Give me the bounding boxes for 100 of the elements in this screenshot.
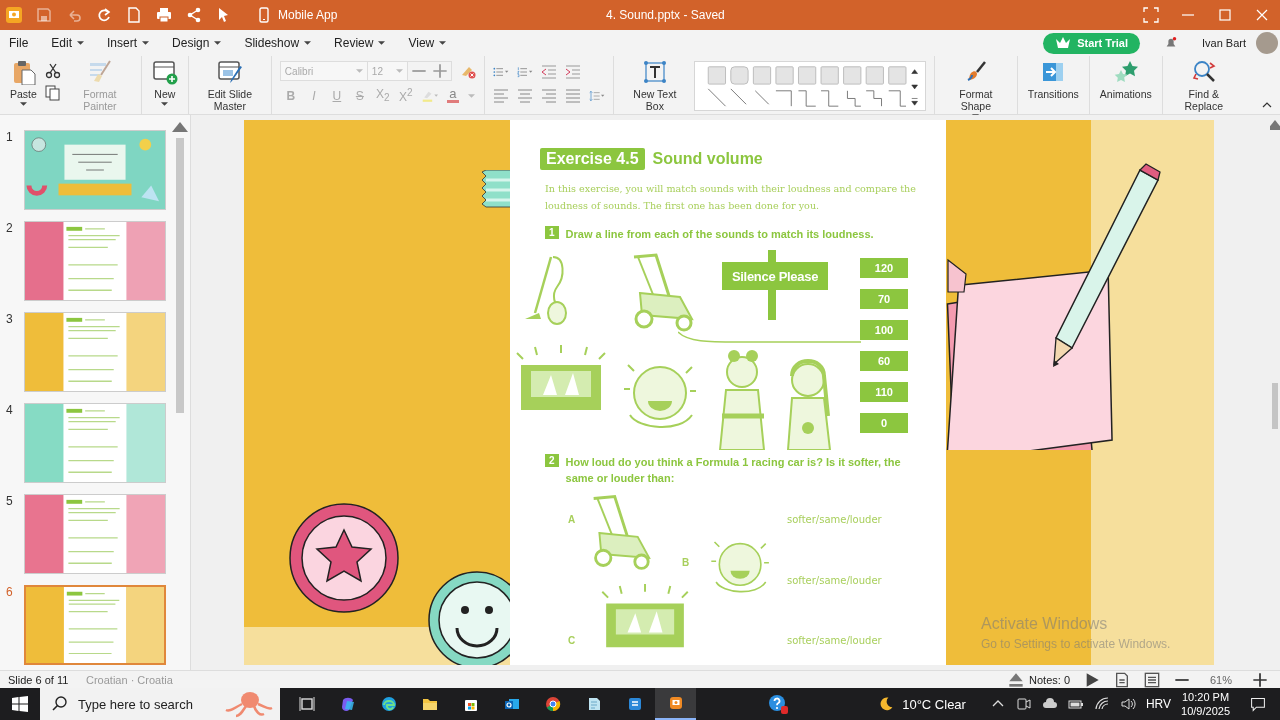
maximize-icon[interactable] [1216, 7, 1233, 23]
question-text: Draw a line from each of the sounds to match its loudness. [565, 227, 874, 242]
menu-item[interactable]: File [9, 36, 40, 50]
input-language[interactable]: HRV [1145, 697, 1172, 711]
slide-thumbnail[interactable] [24, 494, 166, 574]
taskbar-search-field[interactable]: Type here to search [40, 688, 280, 720]
caret-icon [142, 41, 150, 45]
scrollbar-thumb[interactable] [1272, 383, 1278, 429]
loudness-value: 120 [860, 258, 908, 278]
mobile-app-button[interactable]: Mobile App [256, 7, 338, 23]
caret-icon [161, 102, 169, 106]
transitions-button[interactable]: Transitions [1025, 59, 1081, 100]
scrollbar-thumb[interactable] [176, 138, 184, 413]
undo-icon[interactable] [66, 7, 82, 23]
slide-thumbnail[interactable] [24, 130, 166, 210]
slide-number: 1 [6, 130, 14, 144]
zoom-level: 61% [1209, 673, 1233, 686]
new-text-box-button[interactable]: New Text Box [621, 59, 688, 112]
browser-icon[interactable] [380, 696, 397, 712]
search-icon [52, 696, 68, 712]
question-number: 1 [545, 226, 559, 239]
question-number: 2 [545, 454, 559, 467]
task-view-icon[interactable] [298, 696, 315, 712]
user-name: Ivan Bart [1201, 37, 1246, 49]
loudness-value: 0 [860, 413, 908, 433]
phone-icon [256, 7, 272, 23]
slide-number: 3 [6, 312, 14, 326]
outline-view-icon[interactable] [1144, 671, 1160, 688]
loudness-value: 70 [860, 289, 908, 309]
notes-button[interactable]: Notes: 0 [1008, 671, 1070, 688]
crown-icon [1055, 35, 1072, 51]
answer-choices: softer/same/louder [787, 635, 882, 646]
animations-button[interactable]: Animations [1097, 59, 1154, 100]
increase-indent-icon[interactable] [564, 64, 581, 80]
exercise-intro: In this exercise, you will match sounds with their loudness and compare the loudness of sounds. The first one has been done for you. [545, 182, 917, 213]
option-letter: B [682, 557, 690, 568]
caret-icon [355, 69, 363, 73]
mobile-app-label: Mobile App [278, 8, 338, 22]
answer-choices: softer/same/louder [787, 575, 882, 586]
wifi-icon[interactable] [1093, 696, 1110, 712]
shape-gallery[interactable] [693, 61, 926, 111]
speaker-icon[interactable] [1119, 696, 1136, 712]
windows-start-icon[interactable] [12, 696, 28, 712]
fullscreen-icon[interactable] [1142, 7, 1159, 23]
clock-time[interactable]: 10:20 PM [1182, 690, 1230, 704]
caret-icon [395, 69, 403, 73]
loudness-value: 100 [860, 320, 908, 340]
menu-item[interactable]: Slideshow [244, 36, 323, 50]
paste-button[interactable]: Paste [8, 59, 39, 106]
chrome-browser-icon[interactable] [544, 696, 561, 712]
menu-item[interactable]: Edit [51, 36, 96, 50]
redo-icon[interactable] [96, 7, 112, 23]
menu-item[interactable]: Insert [107, 36, 161, 50]
menu-item[interactable]: Design [172, 36, 233, 50]
new-document-icon[interactable] [126, 7, 142, 23]
slide-thumbnail[interactable] [24, 403, 166, 483]
app-logo-icon[interactable] [6, 7, 22, 23]
presentation-app-icon[interactable] [667, 695, 684, 711]
weather-text: 10°C Clear [902, 696, 966, 712]
print-icon[interactable] [156, 7, 172, 23]
loudness-value: 110 [860, 382, 908, 402]
slide-thumbnail[interactable] [24, 221, 166, 301]
sign-board: Silence Please [722, 262, 828, 290]
menu-item[interactable]: View [408, 36, 458, 50]
camera-icon[interactable] [1015, 696, 1032, 712]
caret-icon [214, 41, 222, 45]
caret-icon [77, 41, 85, 45]
exercise-label: Exercise 4.5 [540, 148, 645, 170]
decrease-indent-icon[interactable] [540, 64, 557, 80]
avatar[interactable] [1256, 32, 1278, 54]
document-app-icon[interactable] [626, 696, 643, 712]
scissors-icon[interactable] [44, 63, 61, 79]
caret-icon [439, 41, 447, 45]
new-slide-icon [151, 59, 178, 85]
mail-icon[interactable] [503, 696, 520, 712]
clock-date[interactable]: 10/9/2025 [1181, 704, 1230, 718]
slide-number: 5 [6, 494, 14, 508]
share-icon[interactable] [186, 7, 202, 23]
edit-slide-master-button[interactable]: Edit Slide Master [196, 59, 263, 112]
play-icon[interactable] [1084, 671, 1100, 688]
copy-icon[interactable] [44, 85, 61, 101]
new-slide-button[interactable]: New [149, 59, 180, 106]
slide-number: 4 [6, 403, 14, 417]
zoom-in-icon[interactable] [1252, 671, 1268, 688]
caret-icon [304, 41, 312, 45]
moon-icon [878, 696, 895, 712]
slide-thumbnail[interactable] [24, 585, 166, 665]
numbered-list-icon[interactable] [516, 64, 533, 80]
collapse-ribbon-icon[interactable] [1262, 102, 1272, 108]
notification-icon[interactable] [1250, 696, 1266, 712]
normal-view-icon[interactable] [1114, 671, 1130, 688]
help-icon[interactable] [768, 694, 789, 714]
copilot-icon[interactable] [339, 696, 356, 712]
find-replace-button[interactable]: Find & Replace [1170, 59, 1237, 112]
folder-icon[interactable] [421, 696, 438, 712]
menu-item[interactable]: Review [334, 36, 397, 50]
loudness-value: 60 [860, 351, 908, 371]
slide-number: 2 [6, 221, 14, 235]
option-letter: A [568, 514, 576, 525]
slide-thumbnail[interactable] [24, 312, 166, 392]
